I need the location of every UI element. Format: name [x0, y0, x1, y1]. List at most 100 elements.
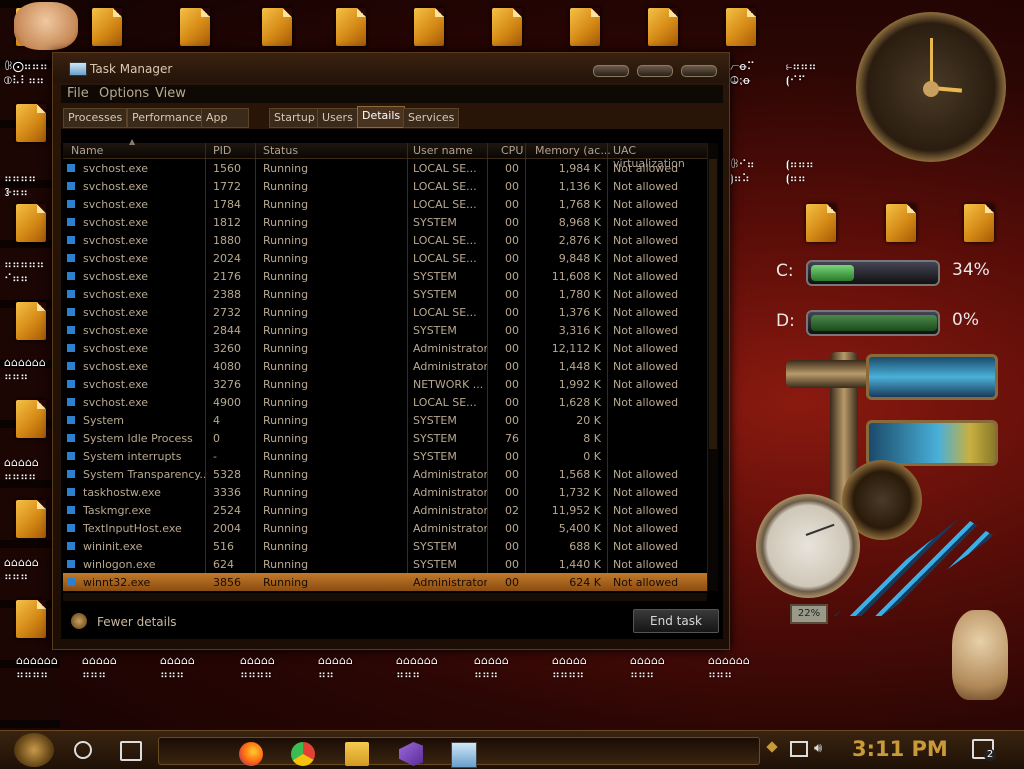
desktop-file-icon[interactable] — [92, 8, 122, 46]
desktop-label[interactable]: ⌂⌂⌂⌂⌂ ⠶⠶⠶⠶ — [4, 456, 39, 484]
table-row[interactable]: svchost.exe 2388 Running SYSTEM 00 1,780 K Not… — [63, 285, 707, 303]
horizontal-scrollbar[interactable] — [63, 593, 707, 601]
table-row[interactable]: System 4 Running SYSTEM 00 20 K — [63, 411, 707, 429]
desktop-label[interactable]: ⌂⌂⌂⌂⌂ ⠶⠶⠶ — [82, 654, 117, 682]
desktop-file-icon[interactable] — [180, 8, 210, 46]
desktop-file-icon[interactable] — [16, 104, 46, 142]
minimize-button[interactable] — [593, 65, 629, 77]
desktop-file-icon[interactable] — [726, 8, 756, 46]
desktop-label[interactable]: ⌂⌂⌂⌂⌂ ⠶⠶⠶ — [474, 654, 509, 682]
vertical-scrollbar[interactable] — [707, 143, 718, 591]
desktop-label[interactable]: ⌂⌂⌂⌂⌂ ⠶⠶⠶⠶ — [240, 654, 275, 682]
desktop-file-icon[interactable] — [648, 8, 678, 46]
tab-app-history[interactable]: App history — [201, 108, 249, 142]
table-row[interactable]: TextInputHost.exe 2004 Running Administrato… — [63, 519, 707, 537]
tab-processes[interactable]: Processes — [63, 108, 128, 128]
table-row[interactable]: Taskmgr.exe 2524 Running Administrator 02 11,… — [63, 501, 707, 519]
end-task-button[interactable]: End task — [633, 609, 719, 633]
table-row[interactable]: svchost.exe 1812 Running SYSTEM 00 8,968 K Not… — [63, 213, 707, 231]
tab-startup[interactable]: Startup — [269, 108, 320, 128]
maximize-button[interactable] — [637, 65, 673, 77]
desktop-label[interactable]: ⌂⌂⌂⌂⌂⌂ ⠶⠶⠶⠶ — [16, 654, 58, 682]
desktop-label[interactable]: ⌂⌂⌂⌂⌂ ⠶⠶⠶ — [4, 556, 39, 584]
desktop-label[interactable]: ꀝ⠊⠶ ⦘⠶⠵ — [730, 158, 755, 186]
table-row[interactable]: svchost.exe 2732 Running LOCAL SE... 00 1,376… — [63, 303, 707, 321]
desktop-label[interactable]: ⌂⌂⌂⌂⌂⌂ ⠶⠶⠶ — [4, 356, 46, 384]
column-user-name[interactable]: User name — [413, 144, 473, 157]
desktop-file-icon[interactable] — [16, 400, 46, 438]
table-row[interactable]: svchost.exe 1784 Running LOCAL SE... 00 1,768… — [63, 195, 707, 213]
desktop-file-icon[interactable] — [262, 8, 292, 46]
table-row[interactable]: svchost.exe 3276 Running NETWORK ... 00 1,992… — [63, 375, 707, 393]
desktop-label[interactable]: ⌂⌂⌂⌂⌂⌂ ⠶⠶⠶ — [396, 654, 438, 682]
task-view-icon[interactable] — [120, 741, 142, 761]
column-memory[interactable]: Memory (ac... — [535, 144, 611, 157]
column-pid[interactable]: PID — [213, 144, 231, 157]
taskbar-clock[interactable]: 3:11 PM — [852, 737, 948, 761]
table-row[interactable]: System Idle Process 0 Running SYSTEM 76 8 K — [63, 429, 707, 447]
desktop-file-icon[interactable] — [414, 8, 444, 46]
visual-studio-icon[interactable] — [399, 742, 423, 766]
table-row[interactable]: svchost.exe 3260 Running Administrator 00 12,… — [63, 339, 707, 357]
column-name[interactable]: Name — [71, 144, 103, 157]
network-icon[interactable] — [790, 741, 808, 757]
table-row[interactable]: svchost.exe 4900 Running LOCAL SE... 00 1,628… — [63, 393, 707, 411]
table-row[interactable]: svchost.exe 1560 Running LOCAL SE... 00 1,984… — [63, 159, 707, 177]
desktop-file-icon[interactable] — [336, 8, 366, 46]
table-row[interactable]: System Transparency... 5328 Running Adminis… — [63, 465, 707, 483]
table-row[interactable]: System interrupts - Running SYSTEM 00 0 K — [63, 447, 707, 465]
desktop-label[interactable]: ⌂⌂⌂⌂⌂⌂ ⠶⠶⠶ — [708, 654, 750, 682]
desktop-file-icon[interactable] — [964, 204, 994, 242]
desktop-label[interactable]: ⌂⌂⌂⌂⌂ ⠶⠶⠶⠶ — [552, 654, 587, 682]
chrome-icon[interactable] — [291, 742, 315, 766]
scroll-thumb[interactable] — [709, 159, 717, 449]
desktop-label[interactable]: ⦧ꝋ⠍ ⦹⁏ꝋ — [730, 60, 755, 88]
desktop-file-icon[interactable] — [492, 8, 522, 46]
start-button[interactable] — [14, 733, 54, 767]
desktop-file-icon[interactable] — [806, 204, 836, 242]
title-bar[interactable]: Task Manager — [53, 53, 729, 83]
task-manager-window[interactable]: Task Manager File Options View Processes… — [52, 52, 730, 650]
search-icon[interactable] — [74, 741, 92, 759]
tab-performance[interactable]: Performance — [127, 108, 207, 128]
table-row[interactable]: taskhostw.exe 3336 Running Administrator 00 1… — [63, 483, 707, 501]
desktop-label[interactable]: ⥼⠶⠶⠶ ⦗⠊⠋ — [786, 60, 816, 88]
file-explorer-icon[interactable] — [345, 742, 369, 766]
desktop-label[interactable]: ꀝ⨀⠶⠶⠶ ⦶⠧⠇⠶⠶ — [4, 60, 48, 88]
fewer-details-link[interactable]: Fewer details — [97, 615, 177, 629]
volume-icon[interactable]: 🔊︎ — [814, 741, 822, 756]
desktop-file-icon[interactable] — [886, 204, 916, 242]
menu-options[interactable]: Options — [99, 86, 149, 101]
desktop-label[interactable]: ⌂⌂⌂⌂⌂ ⠶⠶⠶ — [630, 654, 665, 682]
desktop-file-icon[interactable] — [16, 302, 46, 340]
desktop-file-icon[interactable] — [16, 500, 46, 538]
desktop-label[interactable]: ⦗⠶⠶⠶ ⦗⠶⠶ — [786, 158, 814, 186]
table-row[interactable]: svchost.exe 1772 Running LOCAL SE... 00 1,136… — [63, 177, 707, 195]
chevron-up-icon[interactable] — [766, 741, 778, 753]
task-manager-icon[interactable] — [451, 742, 477, 768]
menu-view[interactable]: View — [155, 86, 186, 101]
steampunk-clock[interactable] — [856, 12, 1006, 162]
desktop-label[interactable]: ⠶⠶⠶⠶⠶ ⠊⠶⠶ — [4, 258, 44, 286]
table-row[interactable]: svchost.exe 1880 Running LOCAL SE... 00 2,876… — [63, 231, 707, 249]
firefox-icon[interactable] — [239, 742, 263, 766]
table-row[interactable]: winlogon.exe 624 Running SYSTEM 00 1,440 K Not… — [63, 555, 707, 573]
menu-file[interactable]: File — [67, 86, 89, 101]
table-row[interactable]: svchost.exe 2176 Running SYSTEM 00 11,608 K No… — [63, 267, 707, 285]
column-cpu[interactable]: CPU — [501, 144, 523, 157]
fewer-details-icon[interactable] — [71, 613, 87, 629]
table-row[interactable]: svchost.exe 2844 Running SYSTEM 00 3,316 K Not… — [63, 321, 707, 339]
desktop-label[interactable]: ⌂⌂⌂⌂⌂ ⠶⠶ — [318, 654, 353, 682]
desktop-label[interactable]: ⠶⠶⠶⠶ ꗿ⠶⠶ — [4, 172, 36, 200]
tab-details[interactable]: Details — [357, 106, 406, 128]
table-row[interactable]: wininit.exe 516 Running SYSTEM 00 688 K Not al… — [63, 537, 707, 555]
table-row[interactable]: svchost.exe 4080 Running Administrator 00 1,4… — [63, 357, 707, 375]
table-row[interactable]: winnt32.exe 3856 Running Administrator 00 624… — [63, 573, 707, 591]
tab-users[interactable]: Users — [317, 108, 358, 128]
desktop-label[interactable]: ⌂⌂⌂⌂⌂ ⠶⠶⠶ — [160, 654, 195, 682]
column-status[interactable]: Status — [263, 144, 298, 157]
table-row[interactable]: svchost.exe 2024 Running LOCAL SE... 00 9,848… — [63, 249, 707, 267]
desktop-file-icon[interactable] — [16, 600, 46, 638]
close-button[interactable] — [681, 65, 717, 77]
desktop-file-icon[interactable] — [570, 8, 600, 46]
